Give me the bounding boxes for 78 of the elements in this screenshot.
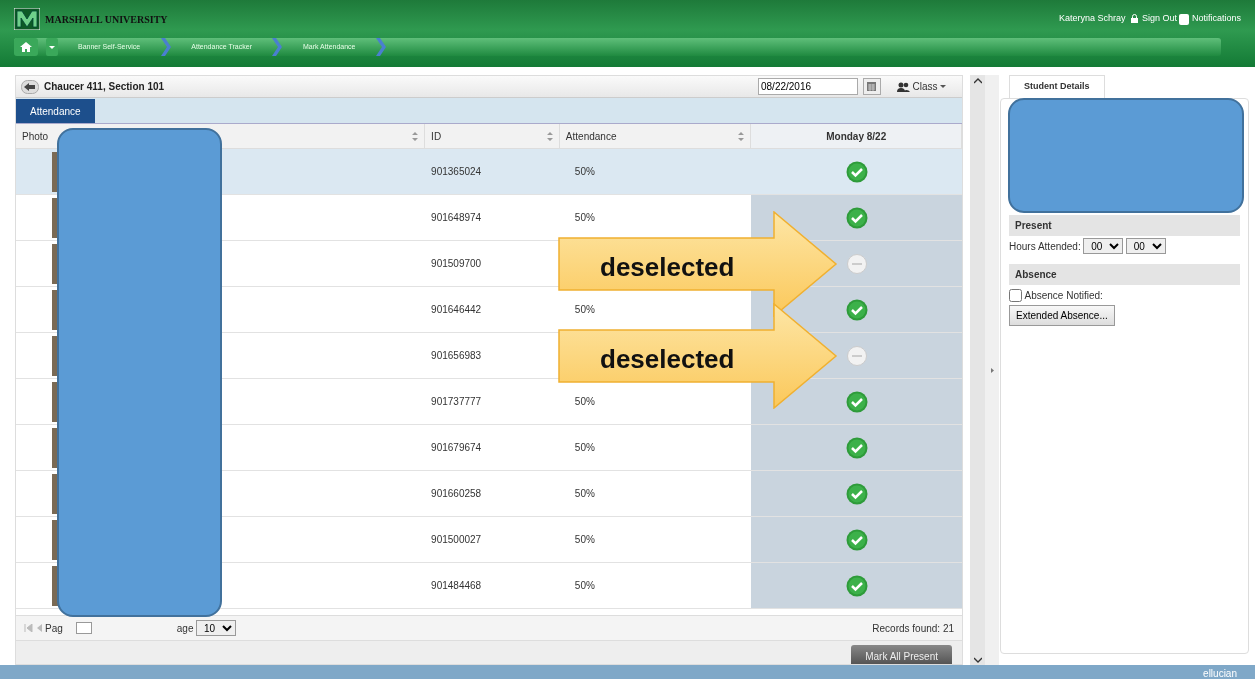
section-heading: Absence xyxy=(1009,264,1240,285)
check-icon[interactable] xyxy=(845,390,868,413)
page-number-field[interactable] xyxy=(75,622,92,634)
scroll-down-icon[interactable] xyxy=(973,656,982,663)
check-icon[interactable] xyxy=(845,574,868,597)
check-icon[interactable] xyxy=(845,528,868,551)
tab[interactable]: Attendance xyxy=(16,99,95,123)
caret-icon xyxy=(940,85,946,88)
checkbox-label: Absence Notified: xyxy=(1024,288,1103,303)
footer-brand: ellucian xyxy=(0,665,1255,679)
sort-icon[interactable] xyxy=(412,131,419,141)
people-icon xyxy=(897,81,910,92)
calendar-button[interactable] xyxy=(863,78,881,95)
time-select[interactable]: 00 xyxy=(1125,238,1166,254)
column-label: ID xyxy=(431,129,442,144)
logo-icon xyxy=(14,8,40,30)
attendance-percent: 50% xyxy=(574,441,595,455)
attendance-percent: 50% xyxy=(574,579,595,593)
student-details-tab[interactable]: Student Details xyxy=(1009,75,1105,98)
column-header: Monday 8/22 xyxy=(751,124,962,148)
check-icon[interactable] xyxy=(845,298,868,321)
records-count: Records found: 21 xyxy=(872,621,954,636)
student-id-cell[interactable]: 901737777 xyxy=(425,379,560,424)
student-id-cell[interactable]: 901656983 xyxy=(425,333,560,378)
scrollbar[interactable] xyxy=(970,75,985,665)
home-button[interactable] xyxy=(14,38,38,56)
sort-icon[interactable] xyxy=(738,131,745,141)
student-id-cell[interactable]: 901484468 xyxy=(425,563,560,608)
lock-icon xyxy=(1130,14,1140,24)
student-id-cell[interactable]: 901509700 xyxy=(425,241,560,286)
section-heading: Present xyxy=(1009,214,1240,236)
hours-attended-label: Hours Attended: xyxy=(1009,239,1081,254)
expand-arrow-icon[interactable] xyxy=(990,367,994,373)
breadcrumb-separator-icon xyxy=(160,38,171,56)
notification-icon xyxy=(1179,13,1190,25)
per-page-label: age xyxy=(176,621,194,636)
scroll-up-icon[interactable] xyxy=(973,77,982,84)
check-icon[interactable] xyxy=(845,436,868,459)
absence-notified-checkbox[interactable] xyxy=(1009,288,1022,302)
university-name: MARSHALL UNIVERSITY xyxy=(45,12,168,27)
sort-icon[interactable] xyxy=(546,131,553,141)
course-title: Chaucer 411, Section 101 xyxy=(44,80,165,94)
student-id-cell[interactable]: 901365024 xyxy=(425,149,560,194)
check-icon[interactable] xyxy=(845,482,868,505)
attendance-percent: 50% xyxy=(574,303,595,317)
mark-all-present-button[interactable]: Mark All Present xyxy=(851,645,952,664)
attendance-percent: 50% xyxy=(574,395,595,409)
attendance-percent: 50% xyxy=(574,533,595,547)
student-id-cell[interactable]: 901679674 xyxy=(425,425,560,470)
menu-dropdown-button[interactable] xyxy=(45,38,58,56)
attendance-percent: 50% xyxy=(574,211,595,225)
caret-icon xyxy=(48,45,55,49)
check-icon[interactable] xyxy=(845,206,868,229)
attendance-percent: 50% xyxy=(574,487,595,501)
notifications-link[interactable]: Notifications xyxy=(1191,12,1241,26)
student-id-cell[interactable]: 901648974 xyxy=(425,195,560,240)
student-id-cell[interactable]: 901500027 xyxy=(425,517,560,562)
time-select[interactable]: 00 xyxy=(1083,238,1124,254)
breadcrumb-separator-icon xyxy=(272,38,283,56)
check-icon[interactable] xyxy=(845,160,868,183)
user-name: Kateryna Schray xyxy=(1058,12,1126,26)
home-icon xyxy=(20,42,32,52)
callout-label: deselected xyxy=(600,251,735,284)
calendar-icon xyxy=(867,82,877,91)
attendance-percent: 50% xyxy=(574,165,595,179)
class-view-dropdown[interactable]: Class xyxy=(896,78,947,95)
per-page-select[interactable]: 10 xyxy=(196,620,236,636)
callout-label: deselected xyxy=(600,343,735,376)
student-id-cell[interactable]: 901660258 xyxy=(425,471,560,516)
collapse-handle[interactable] xyxy=(985,75,999,665)
breadcrumb-separator-icon xyxy=(376,38,386,56)
date-field[interactable]: 08/22/2016 xyxy=(758,78,858,95)
extended-absence-button[interactable]: Extended Absence... xyxy=(1009,305,1115,326)
column-label: Photo xyxy=(22,129,49,144)
page-label: Pag xyxy=(45,621,63,636)
student-id-cell[interactable]: 901646442 xyxy=(425,287,560,332)
sign-out-link[interactable]: Sign Out xyxy=(1141,12,1177,26)
column-label: Attendance xyxy=(565,129,617,144)
